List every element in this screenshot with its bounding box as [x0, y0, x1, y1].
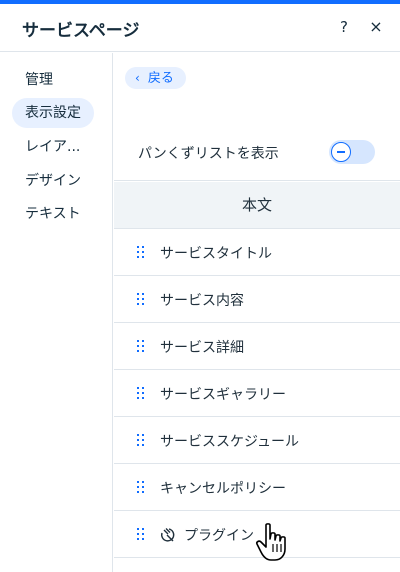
list-item-label: プラグイン [184, 528, 254, 544]
drag-handle-icon[interactable] [137, 387, 144, 399]
section-header-main: 本文 [114, 182, 400, 229]
list-item[interactable]: サービススケジュール [114, 417, 400, 464]
list-item-label: サービス詳細 [160, 340, 244, 356]
list-item-label: サービスタイトル [160, 246, 272, 262]
toggle-knob [331, 142, 351, 162]
drag-handle-icon[interactable] [137, 340, 144, 352]
drag-handle-icon[interactable] [137, 293, 144, 305]
list-item-label: サービススケジュール [160, 434, 300, 450]
chevron-left-icon: ‹ [135, 71, 140, 85]
list-item-label: キャンセルポリシー [160, 481, 286, 497]
panel-title: サービスページ [22, 21, 140, 41]
list-item[interactable]: サービス詳細 [114, 323, 400, 370]
sidebar-item-manage[interactable]: 管理 [12, 65, 66, 95]
list-item[interactable]: サービスギャラリー [114, 370, 400, 417]
help-button[interactable]: ? [333, 16, 355, 38]
sidebar-nav: 管理 表示設定 レイア... デザイン テキスト [0, 53, 113, 572]
settings-content: ‹ 戻る パンくずリストを表示 本文 サービスタイトル サービス内容 サービス詳細… [114, 53, 400, 572]
panel-header: サービスページ ? × [0, 4, 400, 52]
drag-handle-icon[interactable] [137, 434, 144, 446]
drag-handle-icon[interactable] [137, 528, 144, 540]
plugin-icon [161, 528, 175, 542]
sidebar-item-design[interactable]: デザイン [12, 166, 94, 196]
back-button-label: 戻る [147, 71, 174, 86]
list-item-label: サービスギャラリー [160, 387, 286, 403]
breadcrumb-toggle-label: パンくずリストを表示 [138, 146, 279, 162]
list-item[interactable]: サービスタイトル [114, 229, 400, 276]
breadcrumb-toggle-row: パンくずリストを表示 [114, 125, 400, 181]
element-list: サービスタイトル サービス内容 サービス詳細 サービスギャラリー サービススケジ… [114, 229, 400, 558]
list-item-label: サービス内容 [160, 293, 244, 309]
sidebar-item-layout[interactable]: レイア... [12, 132, 93, 162]
sidebar-item-display-settings[interactable]: 表示設定 [12, 98, 94, 128]
sidebar-item-text[interactable]: テキスト [12, 199, 94, 229]
drag-handle-icon[interactable] [137, 481, 144, 493]
list-item[interactable]: プラグイン [114, 511, 400, 558]
list-item[interactable]: サービス内容 [114, 276, 400, 323]
drag-handle-icon[interactable] [137, 246, 144, 258]
breadcrumb-toggle-switch[interactable] [329, 140, 375, 164]
list-item[interactable]: キャンセルポリシー [114, 464, 400, 511]
back-button[interactable]: ‹ 戻る [125, 67, 186, 89]
close-button[interactable]: × [365, 16, 387, 38]
